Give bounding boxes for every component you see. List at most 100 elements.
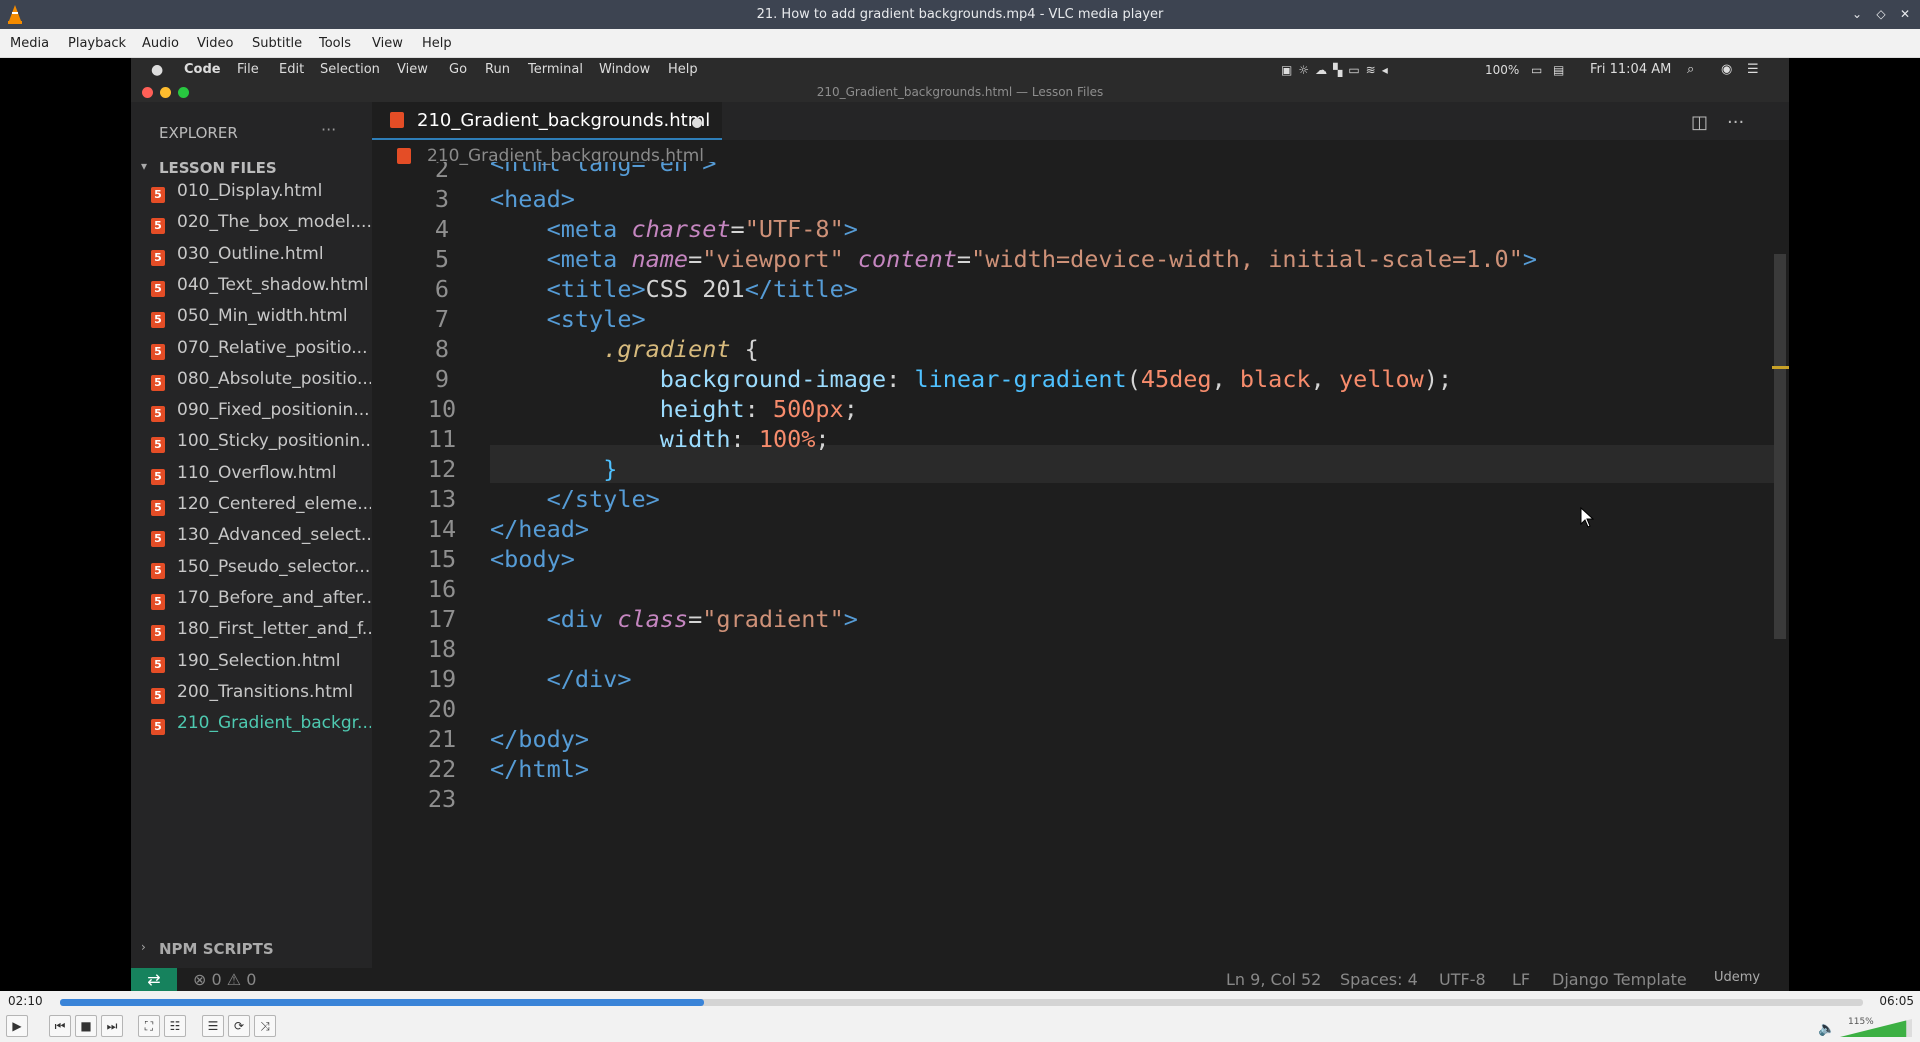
status-icons: ▣☼☁▚▭≋◂	[1281, 63, 1394, 77]
line-number: 5	[434, 245, 450, 273]
menu-subtitle[interactable]: Subtitle	[252, 29, 302, 58]
close-icon[interactable]: ✕	[1897, 6, 1913, 22]
stop-button[interactable]: ■	[75, 1015, 97, 1037]
code-line-21: </body>	[490, 725, 590, 753]
menu-audio[interactable]: Audio	[142, 29, 179, 58]
file-item[interactable]: 5 020_The_box_model....	[151, 212, 371, 240]
menu-playback[interactable]: Playback	[68, 29, 126, 58]
line-number: 10	[427, 395, 457, 423]
code-line-5: <meta name="viewport" content="width=dev…	[546, 245, 1538, 273]
line-number: 8	[434, 335, 450, 363]
menu-bar: Media Playback Audio Video Subtitle Tool…	[0, 29, 1920, 58]
file-item[interactable]: 5 070_Relative_positio...	[151, 338, 371, 366]
html5-icon: 5	[151, 719, 165, 736]
notification-icon: ☰	[1747, 62, 1759, 77]
section-npm-scripts: NPM SCRIPTS	[159, 940, 274, 958]
remote-icon: ⇄	[131, 968, 177, 991]
file-name: 150_Pseudo_selector...	[177, 556, 371, 577]
line-number: 22	[427, 755, 457, 783]
file-item[interactable]: 5 170_Before_and_after...	[151, 588, 371, 616]
line-number: 4	[434, 215, 450, 243]
line-number: 23	[427, 785, 457, 813]
file-item[interactable]: 5 080_Absolute_positio...	[151, 369, 371, 397]
code-line-2: <html lang="en">	[490, 162, 717, 177]
code-line-10: height: 500px;	[659, 395, 858, 423]
html5-icon: 5	[151, 249, 165, 266]
menu-view[interactable]: View	[372, 29, 403, 58]
video-area[interactable]: ● Code File Edit Selection View Go Run T…	[0, 58, 1920, 991]
file-item[interactable]: 5 110_Overflow.html	[151, 463, 371, 491]
line-number: 19	[427, 665, 457, 693]
file-name: 110_Overflow.html	[177, 462, 337, 483]
html5-icon: 5	[151, 187, 165, 203]
editor-tab: 210_Gradient_backgrounds.html	[372, 102, 722, 140]
file-item[interactable]: 5 010_Display.html	[151, 181, 371, 209]
html5-icon: 5	[151, 437, 165, 454]
minimize-icon[interactable]: ⌄	[1849, 6, 1865, 22]
editor-scrollbar	[1774, 254, 1786, 639]
code-line-6: <title>CSS 201</title>	[546, 275, 858, 303]
shuffle-button[interactable]: ⤨	[254, 1015, 276, 1037]
file-name: 080_Absolute_positio...	[177, 368, 371, 389]
html5-icon: 5	[151, 562, 165, 579]
file-item[interactable]: 5 050_Min_width.html	[151, 306, 371, 334]
file-item[interactable]: 5 210_Gradient_backgr...	[151, 713, 371, 741]
file-item[interactable]: 5 030_Outline.html	[151, 244, 371, 272]
loop-button[interactable]: ⟳	[228, 1015, 250, 1037]
html5-icon: 5	[151, 687, 165, 704]
html5-icon: 5	[151, 500, 165, 516]
title-bar: 21. How to add gradient backgrounds.mp4 …	[0, 0, 1920, 29]
mac-close-dot	[142, 87, 153, 98]
html5-icon: 5	[151, 312, 165, 329]
next-button[interactable]: ⏭	[101, 1015, 123, 1037]
file-item[interactable]: 5 180_First_letter_and_f...	[151, 619, 371, 647]
code-line-7: <style>	[546, 305, 646, 333]
mac-menu-file: File	[237, 62, 259, 77]
menu-media[interactable]: Media	[10, 29, 49, 58]
line-number: 2	[434, 162, 450, 183]
extended-settings-button[interactable]: ☷	[164, 1015, 186, 1037]
html5-icon: 5	[151, 406, 165, 423]
file-item[interactable]: 5 040_Text_shadow.html	[151, 275, 371, 303]
file-item[interactable]: 5 100_Sticky_positionin...	[151, 431, 371, 459]
mac-menu-view: View	[397, 62, 428, 77]
speaker-icon[interactable]: 🔈	[1818, 1021, 1835, 1037]
menu-help[interactable]: Help	[422, 29, 452, 58]
file-item[interactable]: 5 120_Centered_eleme...	[151, 494, 371, 522]
menu-video[interactable]: Video	[197, 29, 233, 58]
vscode-window-title: 210_Gradient_backgrounds.html — Lesson F…	[131, 82, 1789, 102]
seek-bar[interactable]	[60, 999, 1863, 1006]
volume-slider[interactable]	[1840, 1019, 1912, 1037]
fullscreen-button[interactable]: ⛶	[138, 1015, 160, 1037]
file-name: 010_Display.html	[177, 181, 323, 201]
line-number: 11	[427, 425, 457, 453]
play-button[interactable]: ▶	[6, 1015, 28, 1037]
file-item[interactable]: 5 150_Pseudo_selector...	[151, 557, 371, 585]
file-item[interactable]: 5 130_Advanced_select...	[151, 525, 371, 553]
file-item[interactable]: 5 090_Fixed_positionin...	[151, 400, 371, 428]
html5-icon: 5	[151, 374, 165, 391]
menu-tools[interactable]: Tools	[319, 29, 351, 58]
vscode-status-bar: ⇄ ⊗ 0 ⚠ 0 Ln 9, Col 52 Spaces: 4 UTF-8 L…	[131, 968, 1789, 991]
file-name: 190_Selection.html	[177, 650, 341, 671]
previous-button[interactable]: ⏮	[49, 1015, 71, 1037]
problems-indicator: ⊗ 0 ⚠ 0	[193, 970, 257, 989]
mac-menu-go: Go	[449, 62, 468, 77]
file-item[interactable]: 5 190_Selection.html	[151, 651, 371, 679]
control-center-icon: ▤	[1553, 63, 1565, 77]
encoding: UTF-8	[1439, 970, 1486, 989]
indentation: Spaces: 4	[1340, 970, 1418, 989]
file-name: 050_Min_width.html	[177, 306, 348, 327]
more-icon: ···	[321, 120, 337, 139]
file-item[interactable]: 5 200_Transitions.html	[151, 682, 371, 710]
mac-menu-terminal: Terminal	[528, 62, 583, 77]
scrollbar-marker	[1772, 366, 1789, 369]
playlist-button[interactable]: ☰	[202, 1015, 224, 1037]
maximize-icon[interactable]: ◇	[1873, 6, 1889, 22]
window-title: 21. How to add gradient backgrounds.mp4 …	[756, 7, 1164, 22]
cursor-position: Ln 9, Col 52	[1226, 970, 1322, 989]
line-number: 7	[434, 305, 450, 333]
udemy-logo: Udemy	[1714, 970, 1761, 985]
code-line-3: <head>	[490, 185, 575, 213]
mac-menu-code: Code	[184, 62, 221, 77]
